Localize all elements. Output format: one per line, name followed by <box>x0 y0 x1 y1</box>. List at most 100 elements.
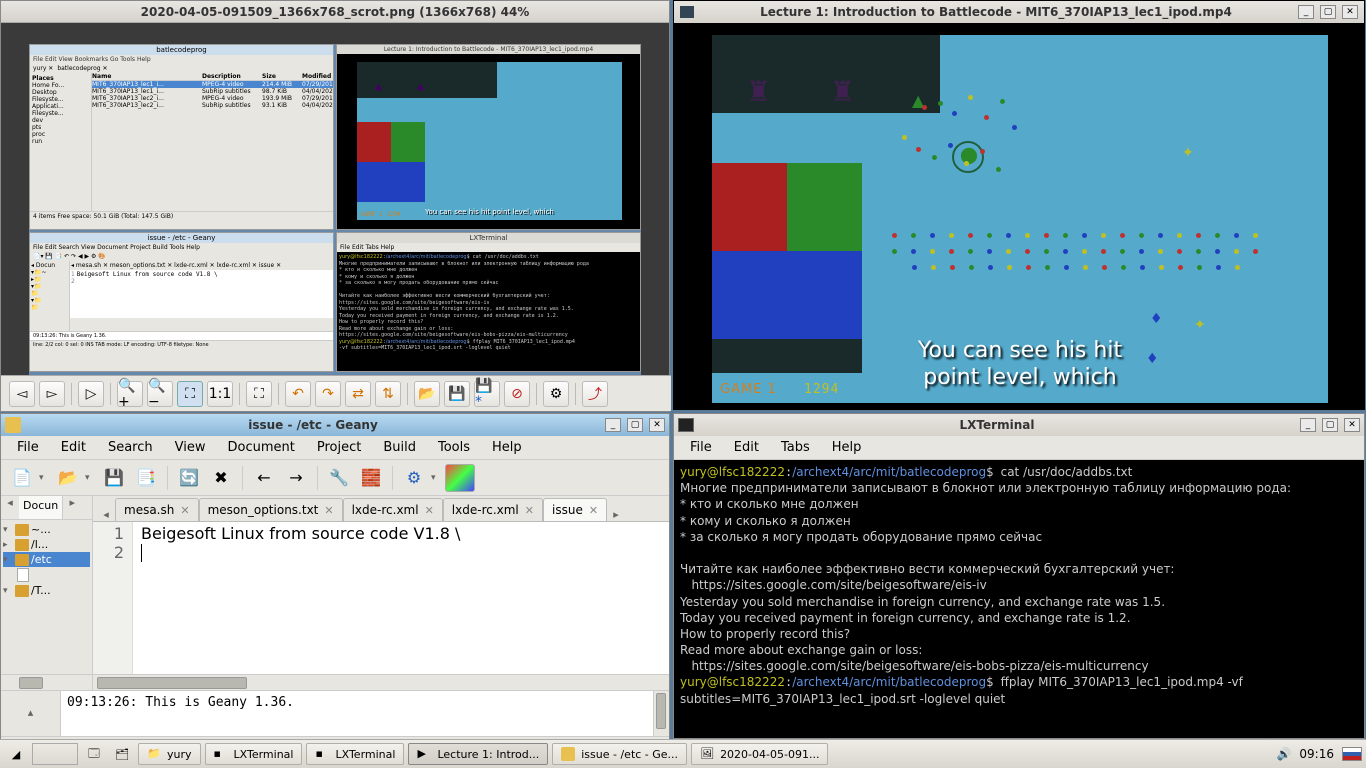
tab-close-icon[interactable]: ✕ <box>180 504 189 517</box>
editor-hscroll[interactable] <box>1 674 669 690</box>
tab-close-icon[interactable]: ✕ <box>324 504 333 517</box>
side-tab-documents[interactable]: Docun <box>19 496 63 519</box>
messages-collapse[interactable]: ▴ <box>1 691 61 736</box>
maximize-button[interactable]: ▢ <box>627 418 643 432</box>
task-button[interactable]: 🖼2020-04-05-091... <box>691 743 828 765</box>
menu-file[interactable]: File <box>680 437 722 458</box>
settings-button[interactable]: ⚙ <box>543 381 569 407</box>
fullscreen-button[interactable]: ⛶ <box>246 381 272 407</box>
menu-project[interactable]: Project <box>307 437 371 458</box>
task-button-active[interactable]: ▶Lecture 1: Introd... <box>408 743 548 765</box>
tab-close-icon[interactable]: ✕ <box>589 504 598 517</box>
editor-tab[interactable]: mesa.sh✕ <box>115 498 199 521</box>
save-button[interactable]: 💾 <box>444 381 470 407</box>
minimize-button[interactable]: _ <box>605 418 621 432</box>
messages-scrollbar[interactable] <box>653 691 669 736</box>
save-button[interactable]: 💾 <box>99 464 129 492</box>
editor-tab[interactable]: meson_options.txt✕ <box>199 498 343 521</box>
close-button[interactable]: ✕ <box>1344 418 1360 432</box>
flip-v-button[interactable]: ⇅ <box>375 381 401 407</box>
keyboard-layout-flag[interactable] <box>1342 747 1362 761</box>
save-as-button[interactable]: 💾* <box>474 381 500 407</box>
color-picker-button[interactable] <box>445 464 475 492</box>
run-button[interactable]: ⚙ <box>399 464 429 492</box>
code-editor[interactable]: 1 2 Beigesoft Linux from source code V1.… <box>93 522 669 674</box>
geany-titlebar[interactable]: issue - /etc - Geany _ ▢ ✕ <box>1 414 669 436</box>
reload-button[interactable]: 🔄 <box>174 464 204 492</box>
menu-build[interactable]: Build <box>373 437 426 458</box>
video-canvas[interactable]: ♜ ♜ ▲ ✦ ♦ ✦ ♦ ⬤ /*placeholder*/ GAME 1 1… <box>674 23 1364 409</box>
compile-button[interactable]: 🔧 <box>324 464 354 492</box>
maximize-button[interactable]: ▢ <box>1322 418 1338 432</box>
tree-row[interactable]: ▾/T... <box>3 583 90 598</box>
close-button[interactable]: ✕ <box>649 418 665 432</box>
tree-row[interactable] <box>3 567 90 583</box>
menu-help[interactable]: Help <box>822 437 872 458</box>
menu-view[interactable]: View <box>165 437 216 458</box>
rotate-left-button[interactable]: ↶ <box>285 381 311 407</box>
exit-button[interactable]: ⤴ <box>582 381 608 407</box>
menu-file[interactable]: File <box>7 437 49 458</box>
nav-back-button[interactable]: ← <box>249 464 279 492</box>
video-subtitle: You can see his hit point level, which <box>918 338 1122 391</box>
menu-tabs[interactable]: Tabs <box>771 437 820 458</box>
side-tab-prev[interactable]: ◂ <box>1 496 19 519</box>
tree-row[interactable]: ▾~... <box>3 522 90 537</box>
volume-icon[interactable]: 🔊 <box>1276 747 1291 761</box>
editor-tab[interactable]: lxde-rc.xml✕ <box>343 498 443 521</box>
close-file-button[interactable]: ✖ <box>206 464 236 492</box>
tab-close-icon[interactable]: ✕ <box>425 504 434 517</box>
tab-close-icon[interactable]: ✕ <box>525 504 534 517</box>
messages-log[interactable]: 09:13:26: This is Geany 1.36. <box>61 691 653 736</box>
play-button[interactable]: ▷ <box>78 381 104 407</box>
menu-edit[interactable]: Edit <box>724 437 769 458</box>
zoom-out-button[interactable]: 🔍− <box>147 381 173 407</box>
tree-row[interactable]: ▾/etc <box>3 552 90 567</box>
save-all-button[interactable]: 📑 <box>131 464 161 492</box>
desktop-pager[interactable] <box>32 743 78 765</box>
tab-scroll-right[interactable]: ▸ <box>607 508 625 521</box>
side-tab-next[interactable]: ▸ <box>63 496 81 519</box>
taskbar: ◢ 🗔 🗂 📁yury ▪LXTerminal ▪LXTerminal ▶Lec… <box>0 739 1366 768</box>
minimize-button[interactable]: _ <box>1300 418 1316 432</box>
menu-edit[interactable]: Edit <box>51 437 96 458</box>
open-button[interactable]: 📂 <box>414 381 440 407</box>
tree-row[interactable]: ▸/l... <box>3 537 90 552</box>
new-file-button[interactable]: 📄 <box>7 464 37 492</box>
show-desktop-button[interactable]: 🗔 <box>82 743 106 765</box>
clock[interactable]: 09:16 <box>1299 747 1334 761</box>
start-menu-button[interactable]: ◢ <box>4 743 28 765</box>
nav-forward-button[interactable]: ▻ <box>39 381 65 407</box>
fit-window-button[interactable]: ⛶ <box>177 381 203 407</box>
geany-sidebar: ◂ Docun ▸ ▾~... ▸/l... ▾/etc ▾/T... <box>1 496 93 674</box>
file-manager-launcher[interactable]: 🗂 <box>110 743 134 765</box>
video-titlebar[interactable]: Lecture 1: Introduction to Battlecode - … <box>674 1 1364 23</box>
minimize-button[interactable]: _ <box>1298 5 1314 19</box>
build-button[interactable]: 🧱 <box>356 464 386 492</box>
nav-back-button[interactable]: ◅ <box>9 381 35 407</box>
menu-tools[interactable]: Tools <box>428 437 480 458</box>
terminal-body[interactable]: yury@lfsc182222:/archext4/arc/mit/batlec… <box>674 460 1364 738</box>
menu-help[interactable]: Help <box>482 437 532 458</box>
term-menubar: File Edit Tabs Help <box>674 436 1364 460</box>
task-button[interactable]: ▪LXTerminal <box>205 743 303 765</box>
task-button[interactable]: issue - /etc - Ge... <box>552 743 687 765</box>
delete-button[interactable]: ⊘ <box>504 381 530 407</box>
zoom-100-button[interactable]: 1:1 <box>207 381 233 407</box>
term-titlebar[interactable]: LXTerminal _ ▢ ✕ <box>674 414 1364 436</box>
open-file-button[interactable]: 📂 <box>53 464 83 492</box>
maximize-button[interactable]: ▢ <box>1320 5 1336 19</box>
editor-tab-active[interactable]: issue✕ <box>543 498 607 521</box>
tab-scroll-left[interactable]: ◂ <box>97 508 115 521</box>
task-button[interactable]: ▪LXTerminal <box>306 743 404 765</box>
task-button[interactable]: 📁yury <box>138 743 201 765</box>
menu-search[interactable]: Search <box>98 437 163 458</box>
editor-tab[interactable]: lxde-rc.xml✕ <box>443 498 543 521</box>
rotate-right-button[interactable]: ↷ <box>315 381 341 407</box>
close-button[interactable]: ✕ <box>1342 5 1358 19</box>
zoom-in-button[interactable]: 🔍+ <box>117 381 143 407</box>
code-area[interactable]: Beigesoft Linux from source code V1.8 \ <box>133 522 669 674</box>
menu-document[interactable]: Document <box>217 437 304 458</box>
nav-forward-button[interactable]: → <box>281 464 311 492</box>
flip-h-button[interactable]: ⇄ <box>345 381 371 407</box>
